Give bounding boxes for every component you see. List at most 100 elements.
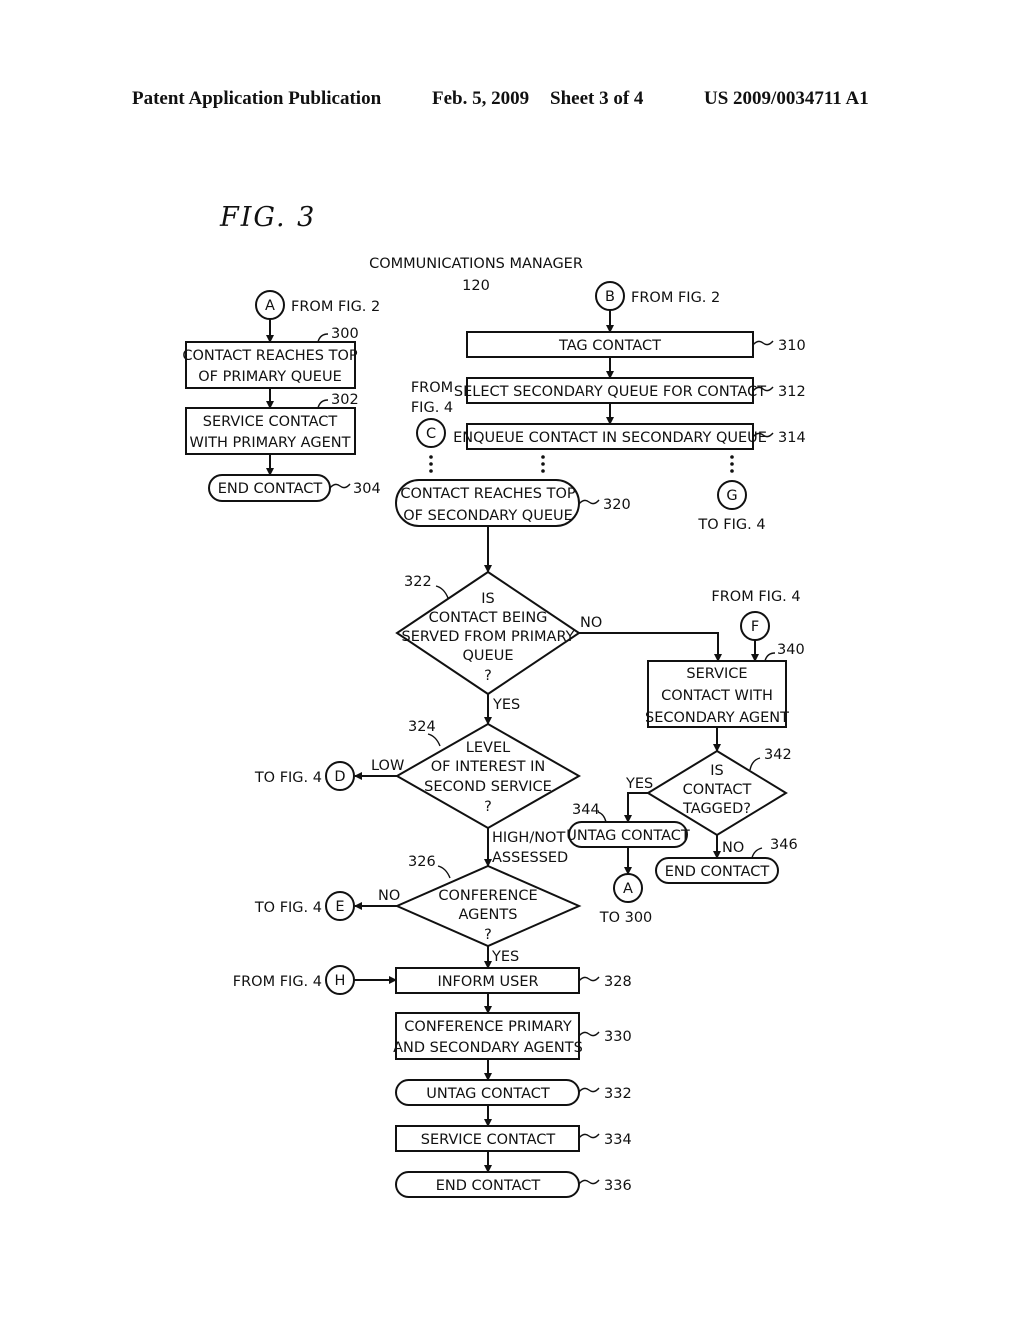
step-310-line1: TAG CONTACT	[558, 338, 661, 354]
connector-letter: A	[623, 881, 633, 897]
connector-f: F	[740, 611, 770, 641]
ref-340: 340	[777, 642, 805, 658]
connector-letter: A	[265, 298, 275, 314]
step-340-line2: CONTACT WITH	[661, 688, 773, 704]
step-330: CONFERENCE PRIMARY AND SECONDARY AGENTS …	[393, 1012, 632, 1060]
connector-e-label: TO FIG. 4	[254, 900, 322, 916]
decision-322-line3: SERVED FROM PRIMARY	[402, 629, 575, 645]
step-344-line1: UNTAG CONTACT	[566, 828, 690, 844]
connector-a-top: A	[255, 290, 285, 320]
decision-342-line1: IS	[710, 763, 723, 779]
ref-310: 310	[778, 338, 806, 354]
step-300-line2: OF PRIMARY QUEUE	[198, 369, 341, 385]
ref-332: 332	[604, 1086, 632, 1102]
step-312: SELECT SECONDARY QUEUE FOR CONTACT 312	[454, 377, 806, 404]
step-328: INFORM USER 328	[395, 967, 632, 994]
step-336: END CONTACT 336	[395, 1171, 632, 1198]
step-334: SERVICE CONTACT 334	[395, 1125, 632, 1152]
edge-label-high-324-2: ASSESSED	[492, 850, 568, 866]
subtitle-manager: COMMUNICATIONS MANAGER	[369, 256, 583, 272]
decision-322-line1: IS	[481, 591, 494, 607]
decision-326-line2: AGENTS	[459, 907, 518, 923]
ref-302: 302	[331, 392, 359, 408]
connector-letter: E	[335, 899, 344, 915]
edge-label-high-324-1: HIGH/NOT	[492, 830, 565, 846]
connector-h-label: FROM FIG. 4	[233, 974, 322, 990]
connector-c-label-1: FROM	[411, 380, 453, 396]
subtitle-ref: 120	[462, 278, 490, 294]
step-320-line1: CONTACT REACHES TOP	[400, 486, 576, 502]
connector-f-label: FROM FIG. 4	[711, 589, 800, 605]
step-340-line3: SECONDARY AGENT	[645, 710, 789, 726]
step-314: ENQUEUE CONTACT IN SECONDARY QUEUE 314	[453, 423, 806, 450]
decision-322-line4: QUEUE	[463, 648, 514, 664]
ref-346: 346	[770, 837, 798, 853]
edge-label-no-322: NO	[580, 615, 602, 631]
step-330-line2: AND SECONDARY AGENTS	[393, 1040, 583, 1056]
decision-342-line3: TAGGED?	[682, 801, 751, 817]
ref-326: 326	[408, 854, 436, 870]
decision-326-line3: ?	[484, 927, 492, 943]
step-346-line1: END CONTACT	[665, 864, 770, 880]
edge-label-yes-322: YES	[492, 697, 520, 713]
edge-label-no-342: NO	[722, 840, 744, 856]
connector-a-bottom: A	[613, 873, 643, 903]
connector-h: H	[325, 965, 355, 995]
step-314-line1: ENQUEUE CONTACT IN SECONDARY QUEUE	[453, 430, 767, 446]
connector-g: G	[717, 480, 747, 510]
decision-342-line2: CONTACT	[683, 782, 752, 798]
connector-letter: F	[751, 619, 759, 635]
decision-326-line1: CONFERENCE	[438, 888, 537, 904]
edge-label-no-326: NO	[378, 888, 400, 904]
step-334-line1: SERVICE CONTACT	[421, 1132, 556, 1148]
step-310: TAG CONTACT 310	[466, 331, 806, 358]
edge-label-yes-326: YES	[491, 949, 519, 965]
ref-330: 330	[604, 1029, 632, 1045]
flowchart: COMMUNICATIONS MANAGER 120 A FROM FIG. 2…	[182, 256, 806, 1198]
step-330-line1: CONFERENCE PRIMARY	[404, 1019, 572, 1035]
connector-d-label: TO FIG. 4	[254, 770, 322, 786]
ref-322: 322	[404, 574, 432, 590]
step-332: UNTAG CONTACT 332	[395, 1079, 632, 1106]
ref-336: 336	[604, 1178, 632, 1194]
step-302-line2: WITH PRIMARY AGENT	[190, 435, 351, 451]
connector-letter: G	[726, 488, 737, 504]
decision-324: LEVEL OF INTEREST IN SECOND SERVICE ? 32…	[394, 719, 582, 830]
connector-letter: D	[334, 769, 345, 785]
ref-344: 344	[572, 802, 600, 818]
ref-334: 334	[604, 1132, 632, 1148]
connector-b-label: FROM FIG. 2	[631, 290, 720, 306]
decision-322-line5: ?	[484, 668, 492, 684]
decision-326: CONFERENCE AGENTS ? 326	[394, 854, 582, 948]
step-332-line1: UNTAG CONTACT	[426, 1086, 550, 1102]
step-304: END CONTACT 304	[208, 474, 381, 502]
step-340-line1: SERVICE	[686, 666, 747, 682]
step-302: SERVICE CONTACT WITH PRIMARY AGENT 302	[185, 392, 359, 455]
ref-328: 328	[604, 974, 632, 990]
connector-g-label: TO FIG. 4	[697, 517, 765, 533]
step-302-line1: SERVICE CONTACT	[203, 414, 338, 430]
ref-300: 300	[331, 326, 359, 342]
connector-d: D	[325, 761, 355, 791]
connector-c: C	[416, 418, 446, 448]
ref-312: 312	[778, 384, 806, 400]
step-328-line1: INFORM USER	[437, 974, 538, 990]
connector-e: E	[325, 891, 355, 921]
step-300-line1: CONTACT REACHES TOP	[182, 348, 358, 364]
decision-324-line4: ?	[484, 799, 492, 815]
step-312-line1: SELECT SECONDARY QUEUE FOR CONTACT	[454, 384, 766, 400]
ref-320: 320	[603, 497, 631, 513]
decision-322: IS CONTACT BEING SERVED FROM PRIMARY QUE…	[395, 570, 581, 696]
ref-342: 342	[764, 747, 792, 763]
connector-letter: C	[426, 426, 436, 442]
step-336-line1: END CONTACT	[436, 1178, 541, 1194]
step-340: SERVICE CONTACT WITH SECONDARY AGENT 340	[645, 642, 805, 728]
dotted-continuation	[429, 455, 734, 473]
step-320-line2: OF SECONDARY QUEUE	[403, 508, 573, 524]
connector-c-label-2: FIG. 4	[411, 400, 453, 416]
connector-b: B	[595, 281, 625, 311]
ref-314: 314	[778, 430, 806, 446]
connector-a-label: FROM FIG. 2	[291, 299, 380, 315]
ref-304: 304	[353, 481, 381, 497]
step-320: CONTACT REACHES TOP OF SECONDARY QUEUE 3…	[395, 479, 631, 527]
